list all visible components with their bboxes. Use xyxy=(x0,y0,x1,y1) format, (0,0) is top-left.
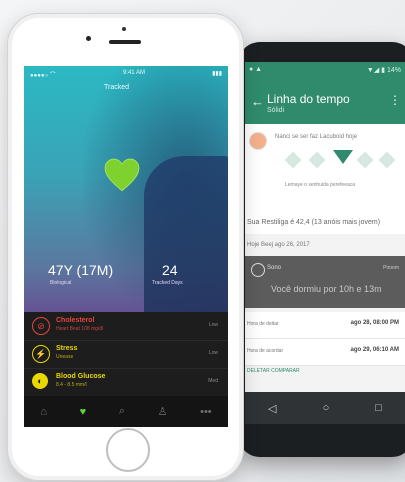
item-name: Stress xyxy=(56,345,78,352)
back-nav-icon[interactable]: ◁ xyxy=(268,402,276,415)
biological-age-value: 47Y (17M) xyxy=(48,262,114,278)
row-actions-link[interactable]: DELETAR COMPARAR xyxy=(247,368,300,374)
sensor-icon xyxy=(122,27,126,31)
home-button[interactable] xyxy=(106,428,150,472)
bedtime-row[interactable]: Hora de deitar ago 28, 08:00 PM xyxy=(245,312,405,339)
list-item-blood-glucose[interactable]: ◐ Blood Glucose 8.4 - 8.5 mm/l Med xyxy=(24,368,228,397)
moon-icon xyxy=(251,263,265,277)
sleep-time: Piroom xyxy=(383,265,399,271)
item-value: Med xyxy=(208,378,218,384)
item-value: Low xyxy=(208,350,218,356)
android-status-bar: ● ▲ ▼◢ ▮ 14% xyxy=(249,66,401,74)
date-header: Hoje Beej ago 26, 2017 xyxy=(247,242,310,248)
list-item-stress[interactable]: ⚡ Stress Unease Low xyxy=(24,340,228,369)
profile-tab-icon[interactable]: ♙ xyxy=(158,405,168,418)
tab-bar: ⌂ ♥ ⌕ ♙ ••• xyxy=(24,396,228,427)
summary-text: Nanci se ser faz Lacuboid hoje xyxy=(275,134,358,140)
search-tab-icon[interactable]: ⌕ xyxy=(119,405,125,418)
heart-tab-icon[interactable]: ♥ xyxy=(80,406,87,418)
sleep-title: Sono xyxy=(267,265,282,271)
home-tab-icon[interactable]: ⌂ xyxy=(40,406,47,418)
battery-text: ▮▮▮ xyxy=(212,71,222,77)
glucose-icon: ◐ xyxy=(32,373,48,389)
item-sub: 8.4 - 8.5 mm/l xyxy=(56,382,87,388)
cholesterol-icon: ⊘ xyxy=(32,317,50,335)
item-sub: Unease xyxy=(56,354,74,360)
diamond-icon xyxy=(308,151,326,169)
wake-row[interactable]: Hora de acordar ago 29, 06:10 AM xyxy=(245,339,405,366)
summary-note: Lemaye o senhuida perefeeaca xyxy=(285,182,356,188)
android-screen: ● ▲ ▼◢ ▮ 14% ← Linha do tempo Sólidi ⋮ N… xyxy=(245,62,405,424)
android-nav-bar: ◁ ○ □ xyxy=(245,392,405,424)
item-name: Blood Glucose xyxy=(56,373,106,380)
page-subtitle: Sólidi xyxy=(267,107,285,114)
top-label: Tracked xyxy=(104,84,130,91)
overflow-menu-icon[interactable]: ⋮ xyxy=(389,93,401,107)
tracked-days-label: Tracked Days xyxy=(152,280,183,286)
diamond-icon xyxy=(356,151,374,169)
home-nav-icon[interactable]: ○ xyxy=(323,402,330,414)
clock-text: 9:41 AM xyxy=(122,70,145,76)
more-tab-icon[interactable]: ••• xyxy=(200,406,212,418)
row-value: ago 28, 08:00 PM xyxy=(350,320,399,326)
back-arrow-icon[interactable]: ← xyxy=(251,94,264,109)
speaker-grille xyxy=(109,40,141,44)
ios-status-bar: ●●●●○ ⌒ 9:41 AM ▮▮▮ xyxy=(30,70,222,79)
tracked-days-value: 24 xyxy=(162,262,178,278)
item-sub: Heart Beat 108 mg/dl xyxy=(56,326,104,332)
iphone-screen: ●●●●○ ⌒ 9:41 AM ▮▮▮ Tracked 47Y (17M) Bi… xyxy=(24,66,228,427)
avatar xyxy=(249,132,267,150)
status-right: ▼◢ ▮ 14% xyxy=(366,67,401,74)
sleep-card[interactable]: Sono Piroom Você dormiu por 10h e 13m xyxy=(245,256,405,308)
camera-icon xyxy=(86,36,91,41)
heart-icon xyxy=(104,158,140,192)
photo-person xyxy=(144,156,228,316)
status-left: ● ▲ xyxy=(249,66,263,73)
signal-text: ●●●●○ ⌒ xyxy=(30,73,56,79)
summary-card: Nanci se ser faz Lacuboid hoje Lemaye o … xyxy=(245,124,405,234)
diamond-icon xyxy=(378,151,396,169)
sleep-summary: Você dormiu por 10h e 13m xyxy=(271,284,382,294)
metrics-list: ⊘ Cholesterol Heart Beat 108 mg/dl Low ⚡… xyxy=(24,312,228,397)
goal-text: Sua Restiliga é 42,4 (13 anóis mais jove… xyxy=(247,219,381,226)
current-marker-icon xyxy=(333,150,353,164)
page-title: Linha do tempo xyxy=(267,92,350,106)
row-label: Hora de deitar xyxy=(247,321,279,327)
lightning-icon: ⚡ xyxy=(32,345,50,363)
diamond-icon xyxy=(284,151,302,169)
row-label: Hora de acordar xyxy=(247,348,284,354)
timeline-header: ● ▲ ▼◢ ▮ 14% ← Linha do tempo Sólidi ⋮ xyxy=(245,62,405,124)
item-value: Low xyxy=(208,322,218,328)
recents-nav-icon[interactable]: □ xyxy=(375,402,382,414)
list-item-cholesterol[interactable]: ⊘ Cholesterol Heart Beat 108 mg/dl Low xyxy=(24,312,228,341)
item-name: Cholesterol xyxy=(56,317,95,324)
row-value: ago 29, 06:10 AM xyxy=(350,347,399,353)
biological-age-label: Biological xyxy=(50,280,72,286)
